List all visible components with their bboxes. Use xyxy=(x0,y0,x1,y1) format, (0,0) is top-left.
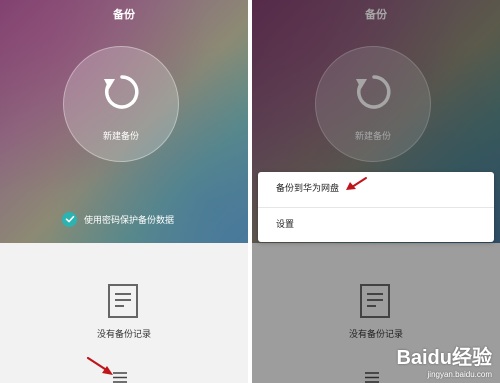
document-icon xyxy=(108,284,138,318)
new-backup-label: 新建备份 xyxy=(102,132,139,142)
new-backup-button[interactable]: 新建备份 xyxy=(63,46,179,162)
popup-menu: 备份到华为网盘 设置 xyxy=(258,172,494,242)
backup-screen-right: 备份 新建备份 没有备份记录 备份到华为网盘 设置 Baidu经验 jingya… xyxy=(252,0,500,383)
watermark-logo: Baidu经验 xyxy=(396,347,492,369)
refresh-icon xyxy=(104,75,139,109)
menu-item-backup-to-cloud[interactable]: 备份到华为网盘 xyxy=(258,172,494,207)
arrow-annotation xyxy=(86,356,113,375)
baidu-watermark: Baidu经验 jingyan.baidu.com xyxy=(396,341,492,379)
check-icon[interactable] xyxy=(62,211,77,227)
menu-item-settings[interactable]: 设置 xyxy=(258,207,494,242)
password-protect-option[interactable]: 使用密码保护备份数据 xyxy=(62,211,174,227)
empty-history-label: 没有备份记录 xyxy=(96,330,151,340)
backup-screen-left: 备份 新建备份 使用密码保护备份数据 没有备份记录 xyxy=(0,0,248,383)
watermark-url: jingyan.baidu.com xyxy=(427,370,492,379)
arrow-annotation xyxy=(346,177,367,190)
page-title: 备份 xyxy=(113,8,135,21)
password-protect-label: 使用密码保护备份数据 xyxy=(84,215,175,226)
backup-history-area: 没有备份记录 xyxy=(0,243,248,383)
